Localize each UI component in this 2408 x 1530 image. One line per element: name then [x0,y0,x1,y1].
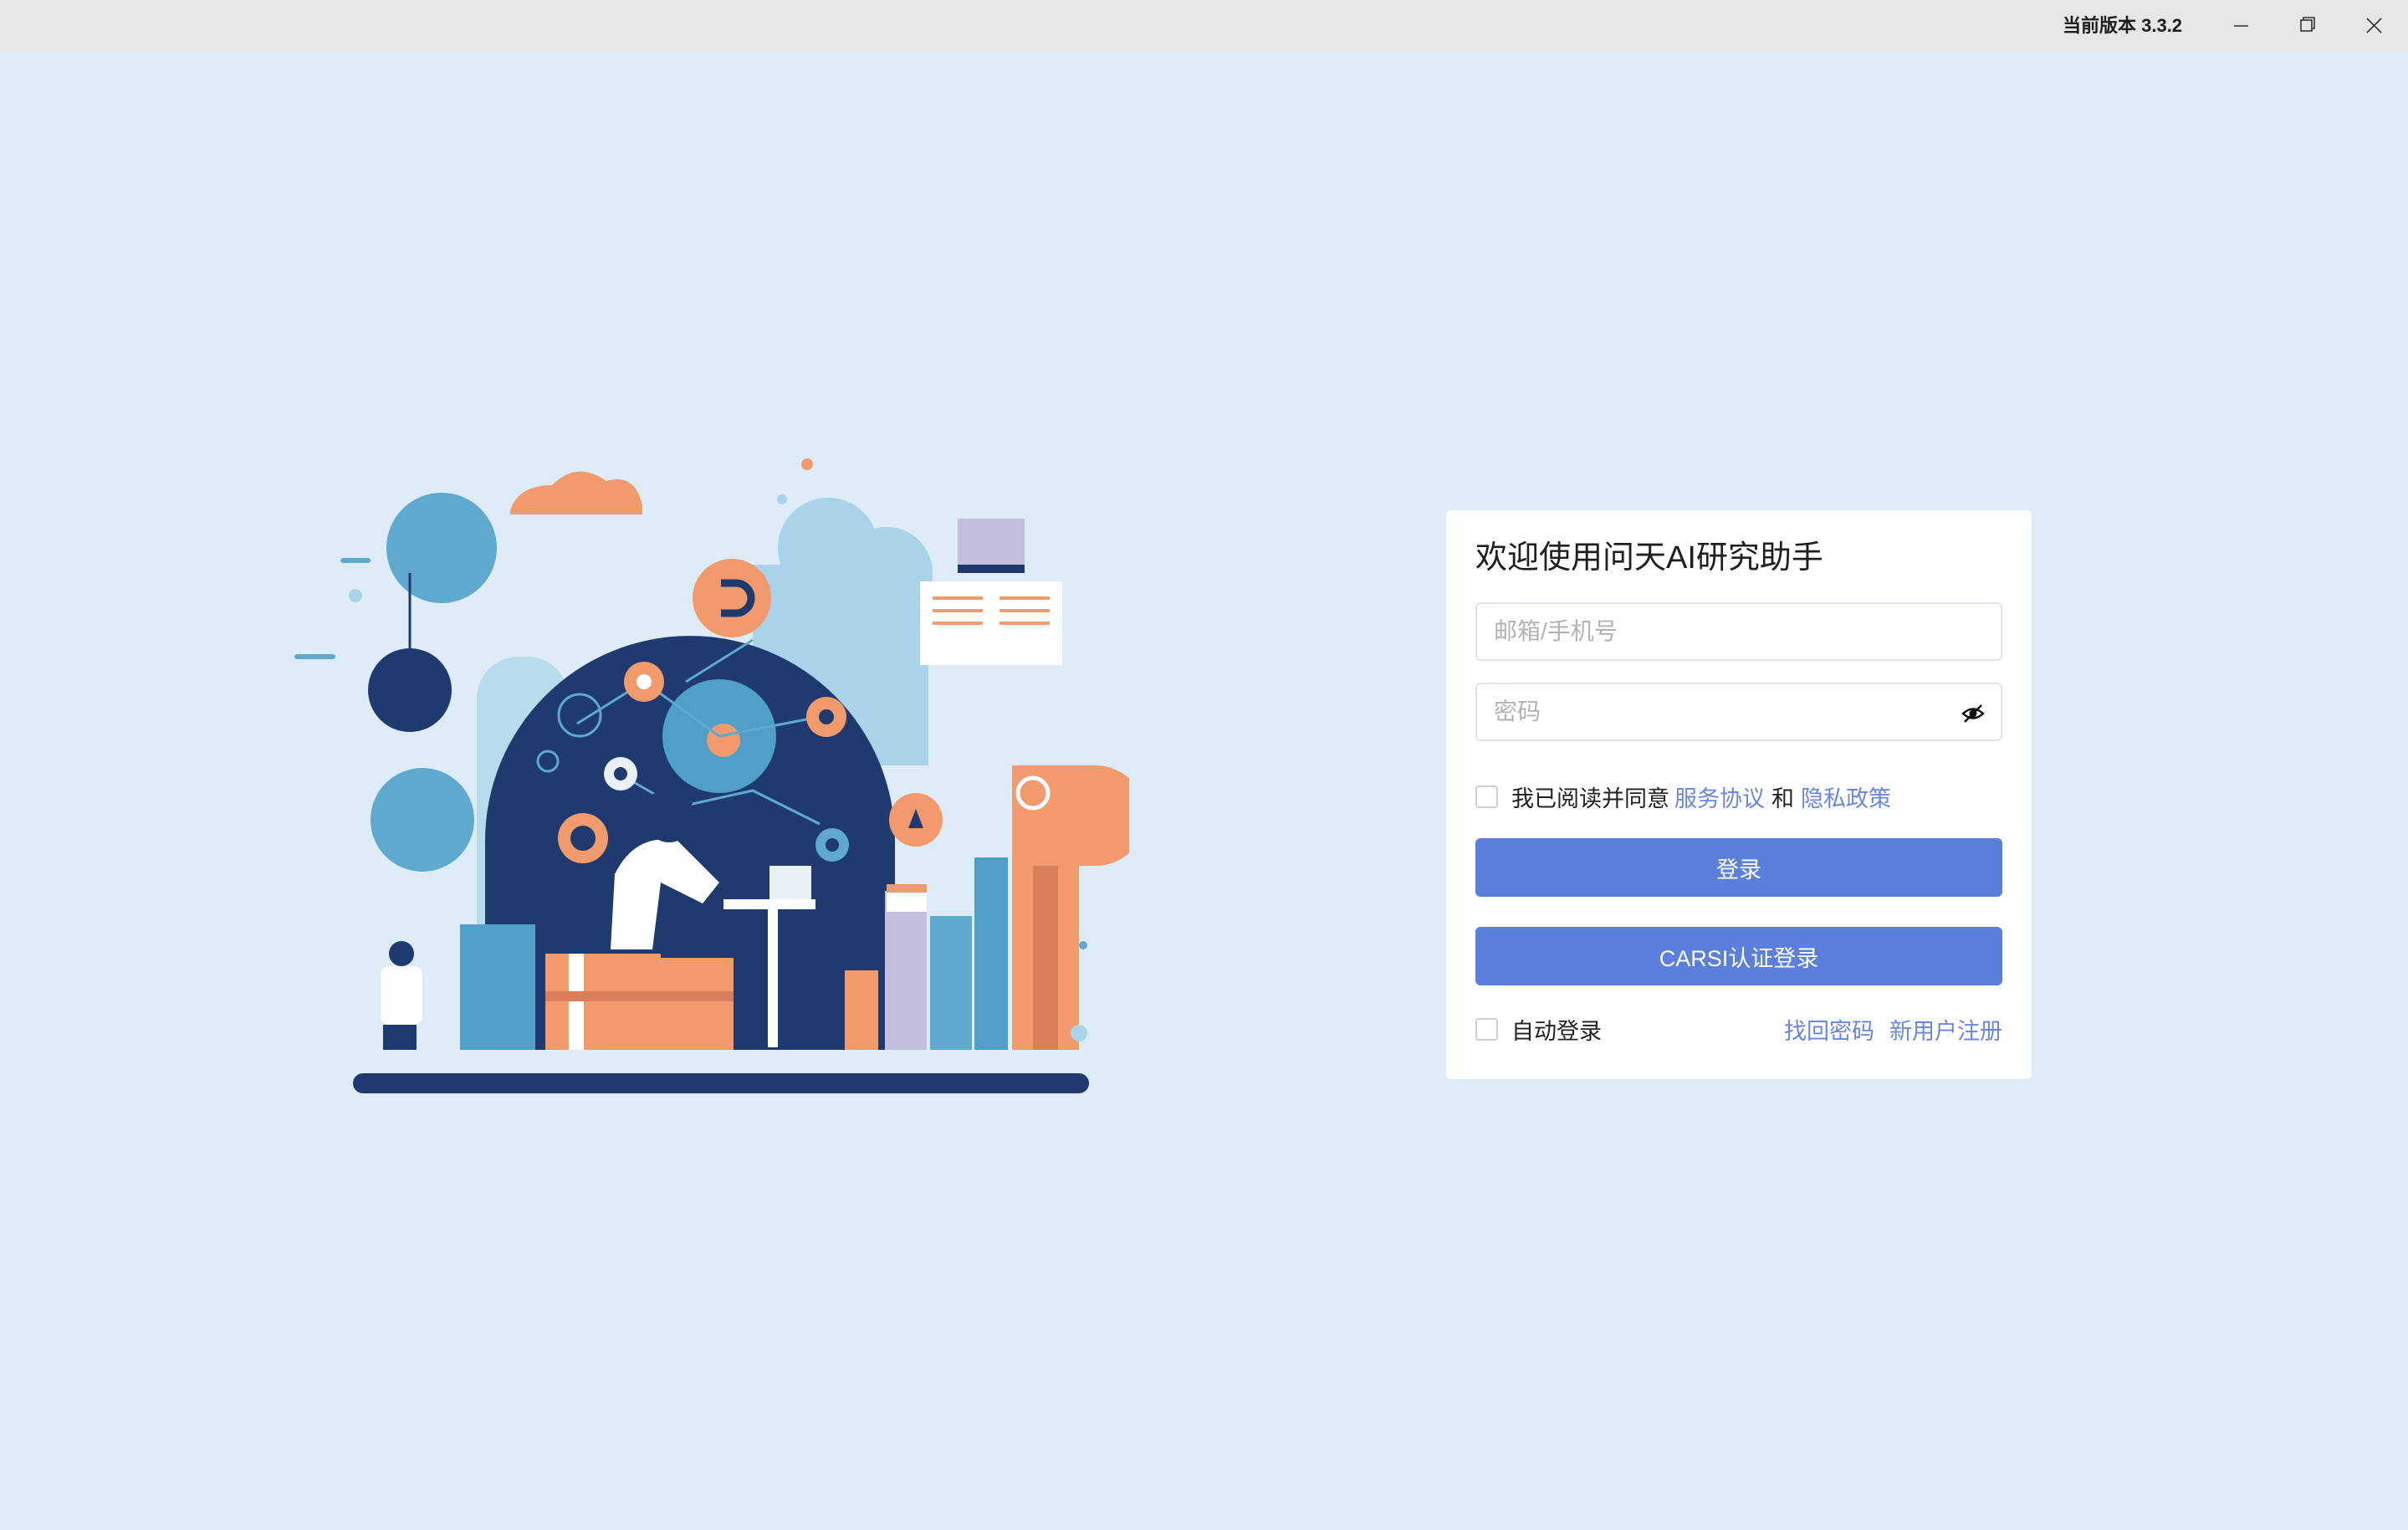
privacy-policy-link[interactable]: 隐私政策 [1801,780,1891,813]
carsi-login-button[interactable]: CARSI认证登录 [1475,927,2002,985]
account-input[interactable] [1492,604,1961,659]
and-text: 和 [1771,785,1794,811]
password-input[interactable] [1492,684,1961,739]
account-field[interactable] [1475,602,2002,661]
agreement-row: 我已阅读并同意 服务协议 和 隐私政策 [1475,780,1891,813]
research-illustration [284,448,1146,1100]
auto-login-checkbox[interactable] [1475,1017,1498,1041]
forgot-password-link[interactable]: 找回密码 [1784,1013,1874,1046]
login-options-row: 自动登录 找回密码 新用户注册 [1475,1012,2002,1046]
restore-button[interactable] [2274,0,2341,51]
login-card: 欢迎使用问天AI研究助手 我已阅读并同意 服务协议 和 隐私政策 登录 CARS… [1446,510,2032,1079]
close-icon [2366,18,2382,33]
service-agreement-link[interactable]: 服务协议 [1674,780,1765,813]
agreement-checkbox[interactable] [1475,785,1498,808]
window-titlebar: 当前版本 3.3.2 [0,0,2408,51]
auto-login-label: 自动登录 [1511,1018,1602,1044]
version-label: 当前版本 3.3.2 [2063,15,2183,36]
eye-hidden-icon[interactable] [1961,701,1986,726]
close-button[interactable] [2341,0,2408,51]
minimize-button[interactable] [2208,0,2275,51]
page-title: 欢迎使用问天AI研究助手 [1475,540,1823,576]
restore-icon [2300,17,2315,32]
login-button[interactable]: 登录 [1475,838,2002,897]
password-field[interactable] [1475,683,2002,741]
agreement-text: 我已阅读并同意 [1511,785,1669,811]
register-link[interactable]: 新用户注册 [1889,1013,2002,1046]
researcher-scene-image [294,458,1146,1093]
minimize-icon [2234,25,2248,27]
